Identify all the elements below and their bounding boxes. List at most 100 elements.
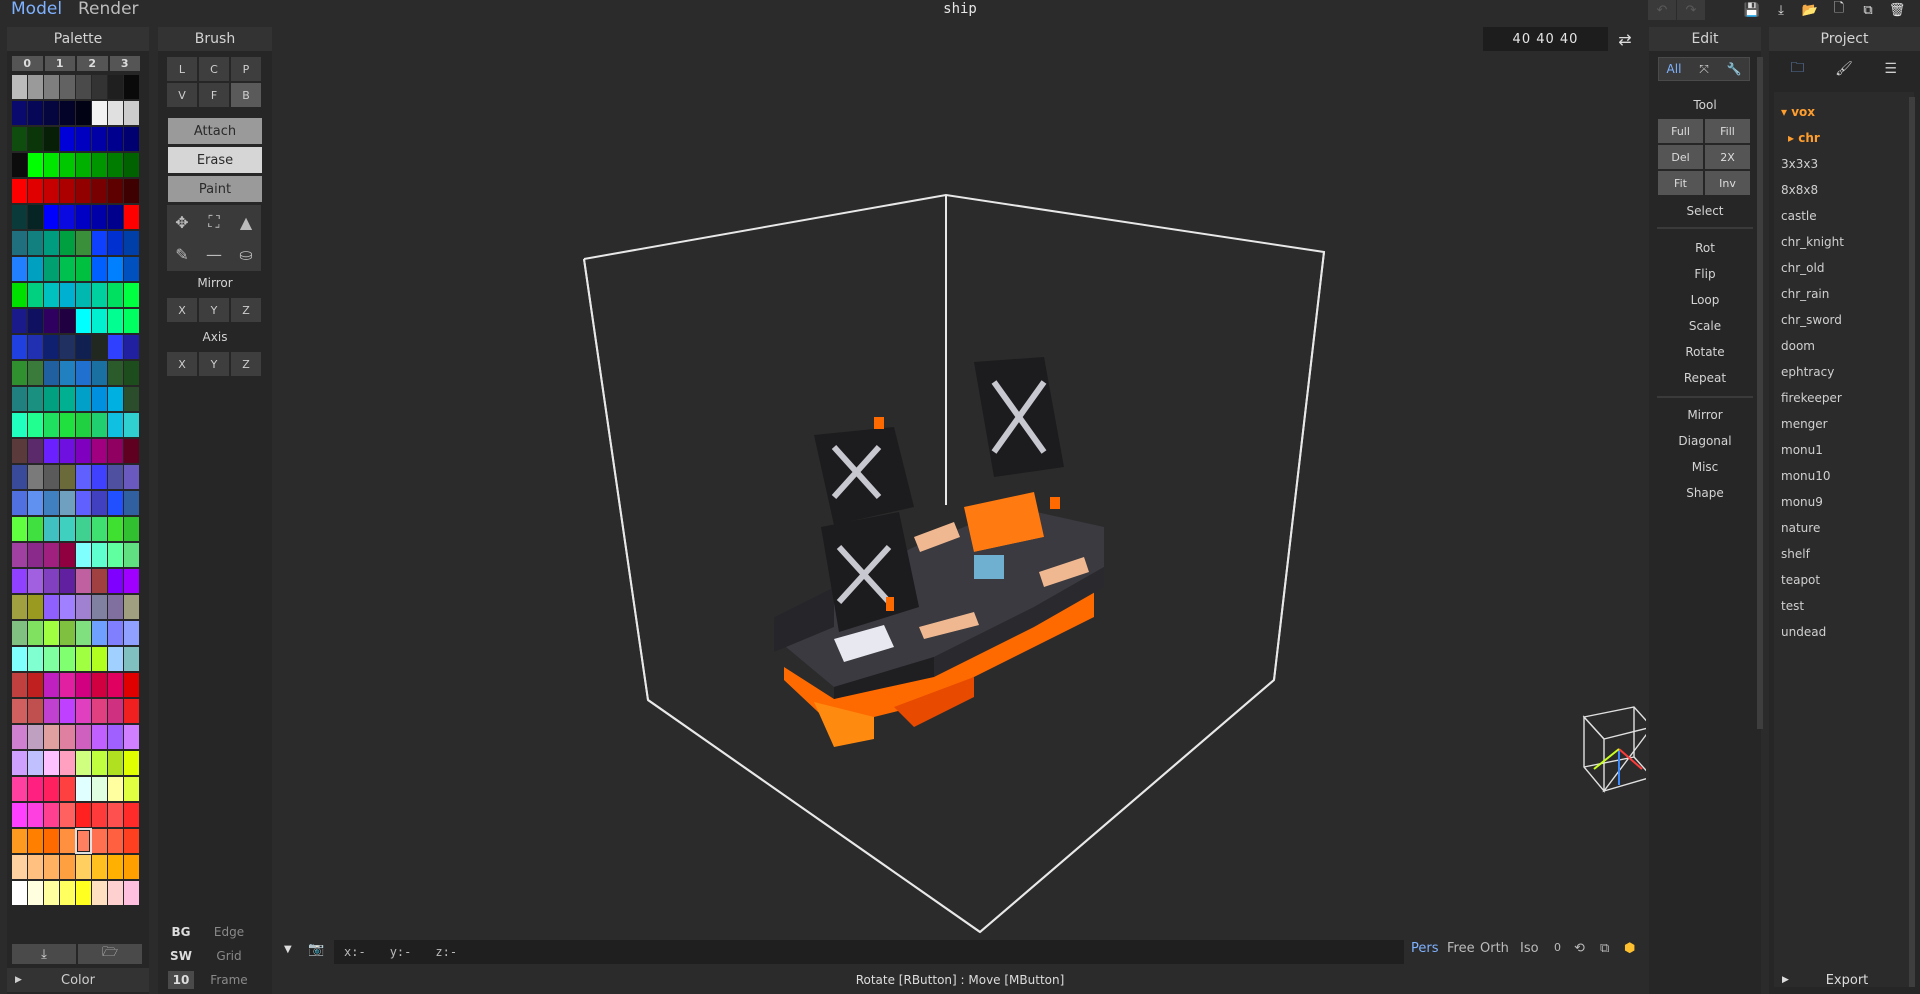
color-swatch[interactable] xyxy=(60,621,75,645)
color-swatch[interactable] xyxy=(60,257,75,281)
color-swatch[interactable] xyxy=(60,335,75,359)
color-swatch[interactable] xyxy=(108,491,123,515)
save-button[interactable]: 💾 xyxy=(1738,0,1766,20)
color-swatch[interactable] xyxy=(76,101,91,125)
color-swatch[interactable] xyxy=(124,127,139,151)
undo-button[interactable]: ↶ xyxy=(1648,0,1676,20)
color-swatch[interactable] xyxy=(12,491,27,515)
loop-button[interactable]: Loop xyxy=(1649,293,1761,307)
color-swatch[interactable] xyxy=(44,101,59,125)
color-swatch[interactable] xyxy=(124,699,139,723)
color-swatch[interactable] xyxy=(12,829,27,853)
sw-toggle[interactable]: SW xyxy=(168,947,194,965)
full-button[interactable]: Full xyxy=(1658,119,1703,143)
color-swatch[interactable] xyxy=(92,309,107,333)
project-tab-list[interactable]: ☰ xyxy=(1867,57,1914,81)
mirror-x-button[interactable]: X xyxy=(167,298,197,322)
color-swatch[interactable] xyxy=(28,257,43,281)
color-swatch[interactable] xyxy=(12,517,27,541)
color-swatch[interactable] xyxy=(108,673,123,697)
copy-button[interactable]: ⧉ xyxy=(1854,0,1882,20)
color-swatch[interactable] xyxy=(76,517,91,541)
color-swatch[interactable] xyxy=(124,751,139,775)
color-swatch[interactable] xyxy=(76,335,91,359)
color-swatch[interactable] xyxy=(92,413,107,437)
color-swatch[interactable] xyxy=(92,101,107,125)
color-swatch[interactable] xyxy=(76,725,91,749)
color-swatch[interactable] xyxy=(12,283,27,307)
color-swatch[interactable] xyxy=(76,673,91,697)
color-swatch[interactable] xyxy=(92,673,107,697)
palette-tab-1[interactable]: 1 xyxy=(44,56,75,71)
color-swatch[interactable] xyxy=(60,777,75,801)
misc-button[interactable]: Misc xyxy=(1649,460,1761,474)
color-swatch[interactable] xyxy=(28,179,43,203)
color-swatch[interactable] xyxy=(92,621,107,645)
color-swatch[interactable] xyxy=(108,595,123,619)
color-swatch[interactable] xyxy=(92,777,107,801)
color-swatch[interactable] xyxy=(92,257,107,281)
color-swatch[interactable] xyxy=(92,153,107,177)
color-swatch[interactable] xyxy=(44,699,59,723)
color-swatch[interactable] xyxy=(76,465,91,489)
color-swatch[interactable] xyxy=(92,387,107,411)
color-swatch[interactable] xyxy=(108,309,123,333)
folder-chr[interactable]: ▸ chr xyxy=(1788,131,1820,145)
file-item[interactable]: monu1 xyxy=(1781,443,1823,457)
color-swatch[interactable] xyxy=(108,335,123,359)
mirror-y-button[interactable]: Y xyxy=(199,298,229,322)
color-swatch[interactable] xyxy=(60,829,75,853)
color-swatch[interactable] xyxy=(124,803,139,827)
color-swatch[interactable] xyxy=(76,309,91,333)
color-swatch[interactable] xyxy=(60,517,75,541)
color-swatch[interactable] xyxy=(124,673,139,697)
color-swatch[interactable] xyxy=(92,205,107,229)
color-swatch[interactable] xyxy=(108,153,123,177)
color-swatch[interactable] xyxy=(44,309,59,333)
color-swatch[interactable] xyxy=(28,101,43,125)
color-swatch[interactable] xyxy=(124,517,139,541)
color-swatch[interactable] xyxy=(76,699,91,723)
color-swatch[interactable] xyxy=(12,101,27,125)
color-swatch[interactable] xyxy=(60,439,75,463)
color-swatch[interactable] xyxy=(12,153,27,177)
color-swatch[interactable] xyxy=(44,595,59,619)
color-swatch[interactable] xyxy=(12,647,27,671)
axis-y-button[interactable]: Y xyxy=(199,352,229,376)
brush-mode-f[interactable]: F xyxy=(199,83,229,107)
color-swatch[interactable] xyxy=(92,881,107,905)
color-swatch[interactable] xyxy=(76,595,91,619)
color-swatch[interactable] xyxy=(124,335,139,359)
color-swatch[interactable] xyxy=(60,465,75,489)
color-swatch[interactable] xyxy=(28,803,43,827)
color-swatch[interactable] xyxy=(44,465,59,489)
file-item[interactable]: monu9 xyxy=(1781,495,1823,509)
color-swatch[interactable] xyxy=(28,829,43,853)
color-swatch[interactable] xyxy=(60,361,75,385)
color-swatch[interactable] xyxy=(92,725,107,749)
color-swatch[interactable] xyxy=(44,205,59,229)
color-swatch[interactable] xyxy=(12,75,27,99)
palette-import-button[interactable]: ⤓ xyxy=(12,944,76,964)
color-swatch[interactable] xyxy=(92,595,107,619)
color-swatch[interactable] xyxy=(28,127,43,151)
color-swatch[interactable] xyxy=(44,439,59,463)
color-swatch[interactable] xyxy=(92,283,107,307)
redo-button[interactable]: ↷ xyxy=(1677,0,1705,20)
color-swatch[interactable] xyxy=(12,595,27,619)
color-swatch[interactable] xyxy=(92,439,107,463)
file-item[interactable]: chr_knight xyxy=(1781,235,1844,249)
color-swatch[interactable] xyxy=(76,257,91,281)
view-pers[interactable]: Pers xyxy=(1411,941,1439,956)
color-swatch[interactable] xyxy=(108,725,123,749)
color-swatch[interactable] xyxy=(12,699,27,723)
project-tab-brushes[interactable]: 🖌 xyxy=(1821,57,1868,81)
color-swatch[interactable] xyxy=(12,543,27,567)
edge-toggle[interactable]: Edge xyxy=(194,925,264,939)
color-swatch[interactable] xyxy=(92,517,107,541)
color-swatch[interactable] xyxy=(12,257,27,281)
color-swatch[interactable] xyxy=(44,335,59,359)
color-swatch[interactable] xyxy=(92,465,107,489)
color-swatch[interactable] xyxy=(44,387,59,411)
color-swatch[interactable] xyxy=(76,803,91,827)
